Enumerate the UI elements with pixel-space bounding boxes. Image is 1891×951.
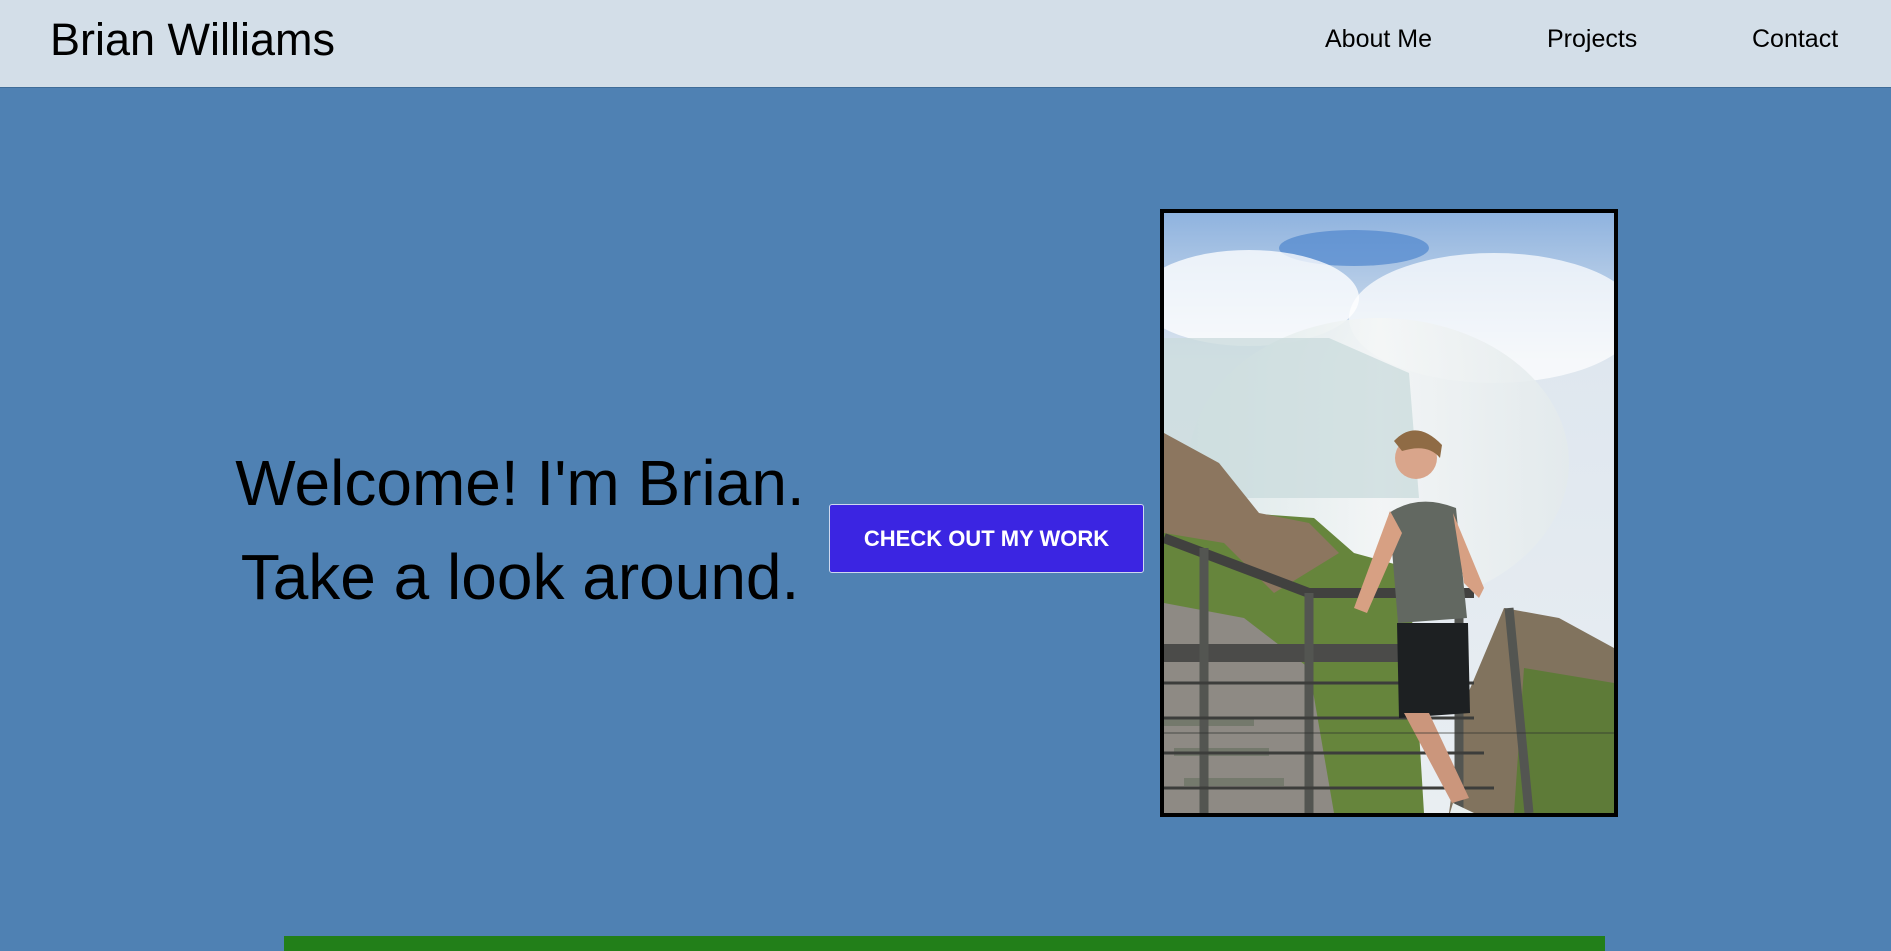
check-out-work-button[interactable]: CHECK OUT MY WORK xyxy=(829,504,1144,573)
hero-heading: Welcome! I'm Brian. Take a look around. xyxy=(200,436,840,624)
nav-link-contact[interactable]: Contact xyxy=(1752,25,1838,54)
hero-line-1: Welcome! I'm Brian. xyxy=(235,447,805,519)
profile-photo xyxy=(1160,209,1618,817)
next-section-green-band xyxy=(284,936,1605,951)
nav-link-about[interactable]: About Me xyxy=(1325,25,1432,54)
nav-link-projects[interactable]: Projects xyxy=(1547,25,1637,54)
site-name: Brian Williams xyxy=(50,14,336,65)
hero-line-2: Take a look around. xyxy=(240,541,800,613)
top-navbar: Brian Williams About Me Projects Contact xyxy=(0,0,1891,88)
